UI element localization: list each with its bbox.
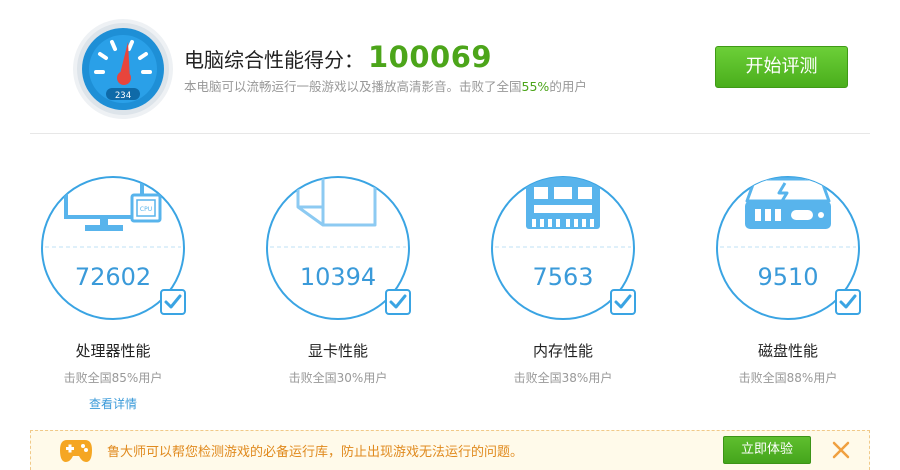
total-score: 100069 xyxy=(368,40,493,74)
desc-percent: 55% xyxy=(521,79,550,94)
close-icon[interactable] xyxy=(831,440,851,460)
disk-card: 9510 磁盘性能 击败全国88%用户 xyxy=(715,175,900,425)
cpu-card: CPU 72602 处理器性能 击败全国85%用户 查看详情 xyxy=(40,175,230,425)
memory-card: 7563 内存性能 击败全国38%用户 xyxy=(490,175,680,425)
cpu-details-link[interactable]: 查看详情 xyxy=(40,395,186,412)
cpu-score: 72602 xyxy=(74,263,152,291)
ram-chip-icon xyxy=(526,177,600,229)
gpu-title: 显卡性能 xyxy=(307,342,368,360)
gamepad-icon xyxy=(59,438,93,464)
desc-prefix: 本电脑可以流畅运行一般游戏以及播放高清影音。击败了全国 xyxy=(184,79,522,94)
cpu-title: 处理器性能 xyxy=(75,342,151,360)
header-divider xyxy=(30,133,870,134)
page-title: 电脑综合性能得分： 100069 xyxy=(184,40,492,74)
memory-circle xyxy=(490,175,680,325)
gpu-score: 10394 xyxy=(299,263,377,291)
desc-suffix: 的用户 xyxy=(549,79,587,94)
start-test-button[interactable]: 开始评测 xyxy=(715,46,848,88)
disk-circle xyxy=(715,175,900,325)
game-runtime-banner: 鲁大师可以帮您检测游戏的必备运行库，防止出现游戏无法运行的问题。 立即体验 xyxy=(30,430,870,470)
score-description: 本电脑可以流畅运行一般游戏以及播放高清影音。击败了全国55%的用户 xyxy=(184,76,587,95)
try-now-button[interactable]: 立即体验 xyxy=(723,436,811,464)
score-header: 234 电脑综合性能得分： 100069 本电脑可以流畅运行一般游戏以及播放高清影… xyxy=(0,0,900,134)
gpu-circle xyxy=(265,175,455,325)
gpu-card: 10394 显卡性能 击败全国30%用户 xyxy=(265,175,455,425)
disk-score: 9510 xyxy=(757,263,819,291)
svg-text:CPU: CPU xyxy=(140,206,152,213)
disk-title: 磁盘性能 xyxy=(757,342,818,360)
disk-rank: 击败全国88%用户 xyxy=(738,371,838,385)
speedometer-icon: 234 xyxy=(72,18,174,120)
memory-score: 7563 xyxy=(532,263,594,291)
banner-message: 鲁大师可以帮您检测游戏的必备运行库，防止出现游戏无法运行的问题。 xyxy=(107,445,524,460)
gauge-digits: 234 xyxy=(115,91,131,101)
memory-title: 内存性能 xyxy=(532,342,593,360)
score-label: 电脑综合性能得分： xyxy=(184,48,364,72)
memory-rank: 击败全国38%用户 xyxy=(513,371,613,385)
cpu-rank: 击败全国85%用户 xyxy=(63,371,163,385)
hard-drive-icon xyxy=(745,177,831,229)
gpu-rank: 击败全国30%用户 xyxy=(288,371,388,385)
cpu-circle: CPU xyxy=(40,175,230,325)
